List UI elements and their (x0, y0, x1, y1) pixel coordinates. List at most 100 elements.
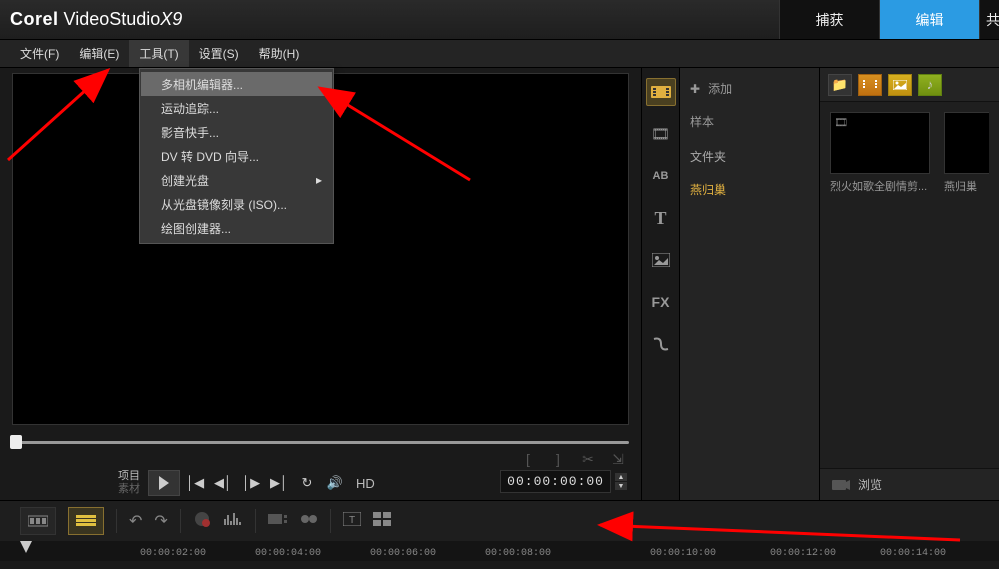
repeat-button[interactable]: ↻ (294, 472, 320, 494)
tab-share-partial[interactable]: 共 (979, 0, 999, 39)
menu-edit[interactable]: 编辑(E) (69, 40, 129, 67)
auto-music-button[interactable] (268, 512, 288, 531)
hd-label[interactable]: HD (356, 476, 375, 491)
media-icon (651, 84, 671, 100)
folders-header: 文件夹 (680, 144, 819, 169)
playback-controls: 项目 素材 │◀ ◀│ │▶ ▶│ ↻ 🔊 HD (118, 470, 375, 496)
playhead-marker[interactable] (20, 541, 32, 553)
menu-painting-creator[interactable]: 绘图创建器... (141, 216, 332, 240)
go-end-button[interactable]: ▶│ (266, 472, 292, 494)
ruler-tick: 00:00:02:00 (140, 548, 206, 559)
mark-out-icon[interactable]: ] (549, 450, 567, 468)
mark-in-icon[interactable]: [ (519, 450, 537, 468)
preview-tools: [ ] ✂ ⇲ (519, 450, 627, 468)
timecode-up[interactable]: ▲ (615, 473, 627, 481)
audio-mixer-button[interactable] (223, 511, 243, 532)
chevron-right-icon: ▸ (316, 173, 322, 187)
timeline-icon (76, 514, 96, 528)
ruler-tick: 00:00:08:00 (485, 548, 551, 559)
path-tab[interactable] (646, 330, 676, 358)
slider-track-bar (12, 441, 629, 444)
source-label: 素材 (118, 483, 140, 496)
divider (255, 509, 256, 533)
graphic-icon (652, 253, 670, 267)
menu-motion-tracking[interactable]: 运动追踪... (141, 96, 332, 120)
thumbnail-label: 烈火如歌全剧情剪... (830, 178, 930, 194)
title-tab[interactable]: T (646, 204, 676, 232)
project-label: 项目 (118, 470, 140, 483)
library-toolbar: 📁 ♪ (820, 68, 999, 102)
subtitle-button[interactable]: T (343, 512, 361, 531)
timecode-updown: ▲ ▼ (615, 473, 627, 490)
menu-help[interactable]: 帮助(H) (249, 40, 310, 67)
filter-video-button[interactable] (858, 74, 882, 96)
menu-create-disc-label: 创建光盘 (161, 172, 209, 189)
samples-folder[interactable]: 样本 (680, 109, 819, 134)
volume-button[interactable]: 🔊 (322, 472, 348, 494)
track-motion-button[interactable] (300, 512, 318, 530)
play-button[interactable] (148, 470, 180, 496)
titlebar: Corel VideoStudioX9 捕获 编辑 共 (0, 0, 999, 40)
divider (330, 509, 331, 533)
divider (180, 509, 181, 533)
media-tab[interactable] (646, 78, 676, 106)
import-folder-button[interactable]: 📁 (828, 74, 852, 96)
svg-text:T: T (349, 515, 355, 526)
graphic-tab[interactable] (646, 246, 676, 274)
timecode-display[interactable]: 00:00:00:00 (500, 470, 611, 493)
multicam-button[interactable] (373, 512, 391, 531)
filter-tab[interactable]: FX (646, 288, 676, 316)
menu-tools[interactable]: 工具(T) (129, 40, 188, 67)
ruler-tick: 00:00:06:00 (370, 548, 436, 559)
filter-audio-button[interactable]: ♪ (918, 74, 942, 96)
selected-folder[interactable]: 燕归巢 (680, 177, 819, 202)
timeline-ruler[interactable]: 00:00:02:00 00:00:04:00 00:00:06:00 00:0… (0, 541, 999, 561)
library-panel: 🎞 AB T FX ✚ 添加 样本 文件夹 燕归巢 📁 (642, 68, 999, 500)
timeline-view-button[interactable] (68, 507, 104, 535)
menu-multicam-editor[interactable]: 多相机编辑器... (141, 72, 332, 96)
thumbnail-preview (944, 112, 989, 174)
menu-file[interactable]: 文件(F) (10, 40, 69, 67)
menu-movie-wizard[interactable]: 影音快手... (141, 120, 332, 144)
undo-button[interactable]: ↶ (129, 511, 142, 531)
brand-name: Corel (10, 9, 59, 29)
scissors-icon[interactable]: ✂ (579, 450, 597, 468)
thumbnail-label: 燕归巢 (944, 178, 989, 194)
menu-dv-to-dvd[interactable]: DV 转 DVD 向导... (141, 144, 332, 168)
multicam-icon (373, 512, 391, 526)
menu-create-disc[interactable]: 创建光盘 ▸ (141, 168, 332, 192)
photo-filter-icon (893, 80, 907, 90)
storyboard-icon (28, 514, 48, 528)
thumbnail-item[interactable]: 燕归巢 (944, 112, 989, 194)
slider-knob[interactable] (10, 435, 22, 449)
record-icon (193, 510, 211, 528)
add-folder-button[interactable]: ✚ 添加 (680, 76, 819, 101)
app-title: Corel VideoStudioX9 (10, 9, 182, 30)
subtitle-icon: T (343, 512, 361, 526)
product-name: VideoStudio (64, 9, 161, 29)
fullscreen-icon[interactable]: ⇲ (609, 450, 627, 468)
transitions-tab[interactable]: AB (646, 162, 676, 190)
menu-burn-iso[interactable]: 从光盘镜像刻录 (ISO)... (141, 192, 332, 216)
path-icon (652, 335, 670, 353)
library-folders: ✚ 添加 样本 文件夹 燕归巢 (680, 68, 820, 500)
redo-button[interactable]: ↷ (154, 511, 167, 531)
next-frame-button[interactable]: │▶ (238, 472, 264, 494)
storyboard-view-button[interactable] (20, 507, 56, 535)
go-start-button[interactable]: │◀ (182, 472, 208, 494)
top-tabs: 捕获 编辑 共 (779, 0, 999, 39)
prev-frame-button[interactable]: ◀│ (210, 472, 236, 494)
record-button[interactable] (193, 510, 211, 533)
tab-edit[interactable]: 编辑 (879, 0, 979, 39)
browse-bar[interactable]: 浏览 (820, 468, 999, 500)
instant-project-tab[interactable]: 🎞 (646, 120, 676, 148)
playback-mode-labels[interactable]: 项目 素材 (118, 470, 140, 496)
thumbnail-item[interactable]: 🎞 烈火如歌全剧情剪... (830, 112, 930, 194)
menu-settings[interactable]: 设置(S) (189, 40, 249, 67)
tab-capture[interactable]: 捕获 (779, 0, 879, 39)
play-icon (159, 476, 169, 490)
add-folder-label: 添加 (708, 80, 732, 97)
filter-photo-button[interactable] (888, 74, 912, 96)
timecode-down[interactable]: ▼ (615, 482, 627, 490)
menubar: 文件(F) 编辑(E) 工具(T) 设置(S) 帮助(H) (0, 40, 999, 68)
